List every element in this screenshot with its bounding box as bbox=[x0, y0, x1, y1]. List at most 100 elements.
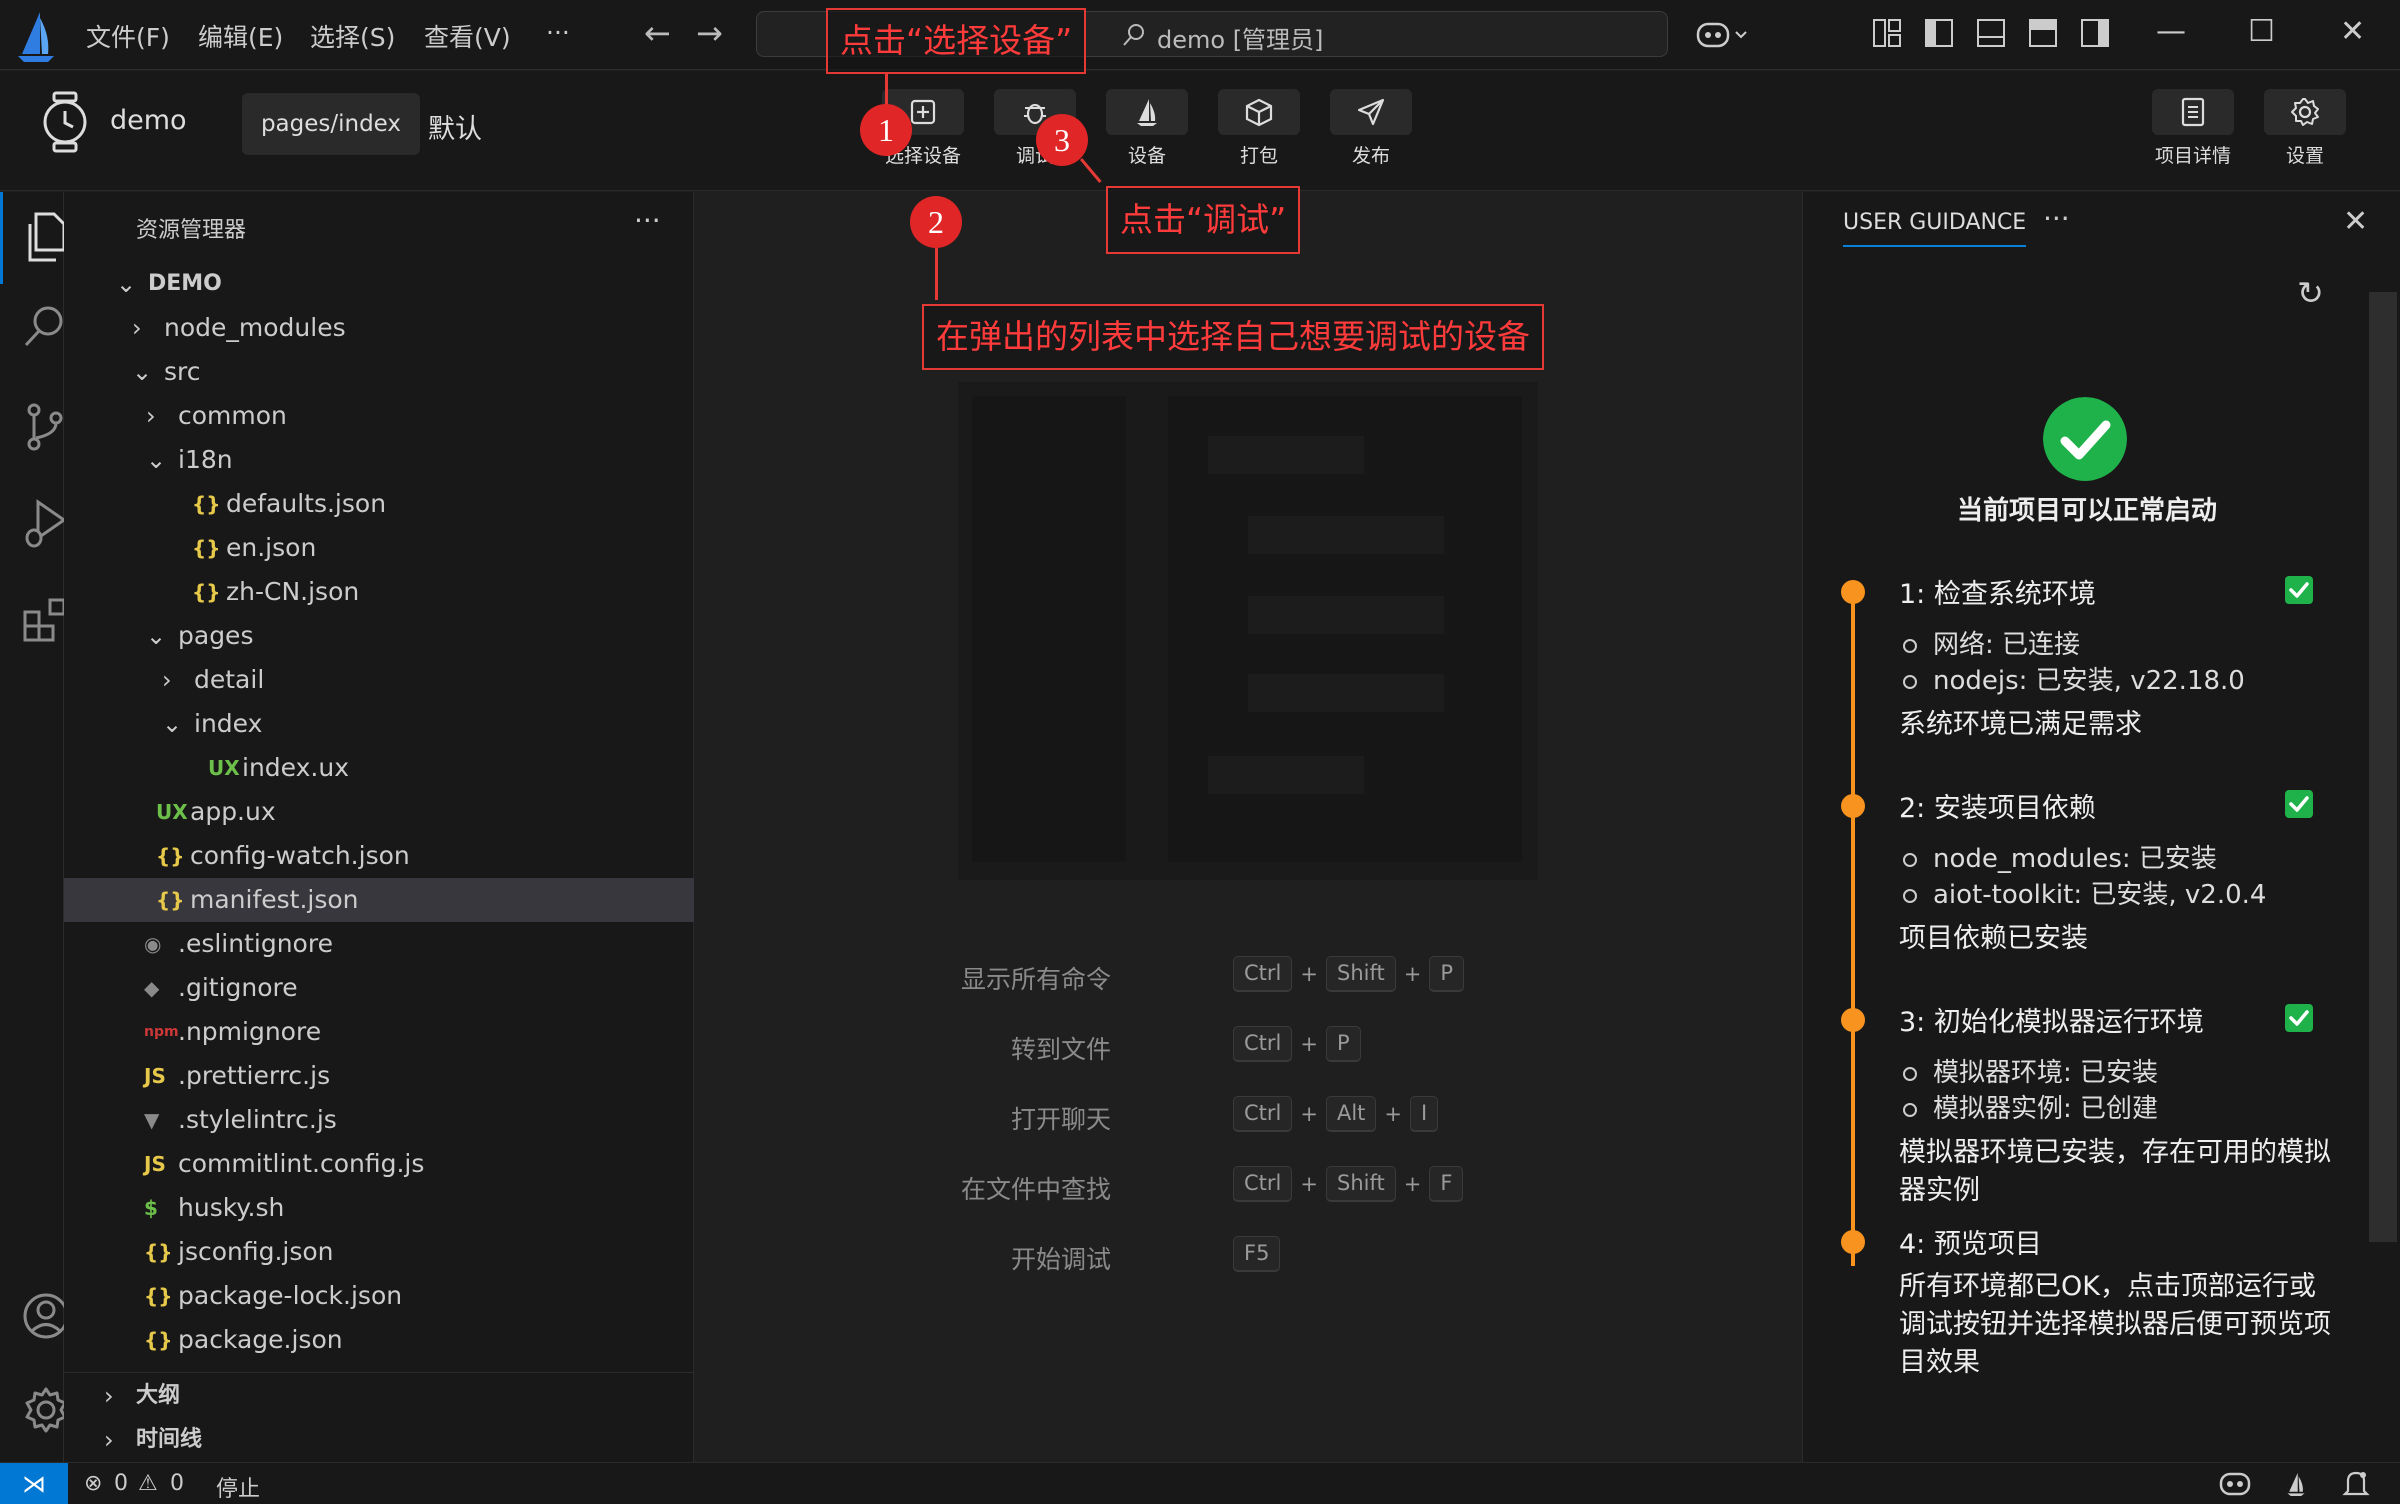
explorer-more-icon[interactable]: ··· bbox=[634, 204, 661, 237]
refresh-icon[interactable]: ↻ bbox=[2297, 274, 2324, 312]
manage-gear-icon[interactable] bbox=[22, 1386, 70, 1434]
tree-file[interactable]: {} en.json bbox=[64, 526, 694, 570]
keyboard-key: Shift bbox=[1325, 956, 1396, 992]
package-button[interactable]: 打包 bbox=[1218, 89, 1300, 168]
step-marker bbox=[1841, 1008, 1865, 1032]
workspace-root[interactable]: ⌄ DEMO bbox=[64, 262, 694, 306]
tree-file[interactable]: ▼ .stylelintrc.js bbox=[64, 1098, 694, 1142]
add-device-icon bbox=[910, 99, 936, 125]
user-guidance-tab[interactable]: USER GUIDANCE bbox=[1843, 210, 2027, 247]
timeline-section-label: 时间线 bbox=[136, 1427, 203, 1452]
menu-file[interactable]: 文件(F) bbox=[86, 18, 170, 54]
close-icon[interactable]: ✕ bbox=[2343, 204, 2368, 239]
copilot-status-icon[interactable] bbox=[2218, 1471, 2252, 1497]
tree-folder[interactable]: › common bbox=[64, 394, 694, 438]
tree-file[interactable]: ◆ .gitignore bbox=[64, 966, 694, 1010]
copilot-icon[interactable] bbox=[1696, 18, 1752, 52]
remote-indicator-icon[interactable]: ⋊ bbox=[0, 1463, 68, 1504]
sail-status-icon[interactable] bbox=[2284, 1469, 2308, 1499]
tree-file[interactable]: ◉ .eslintignore bbox=[64, 922, 694, 966]
menu-edit[interactable]: 编辑(E) bbox=[198, 18, 283, 54]
tree-file[interactable]: {} defaults.json bbox=[64, 482, 694, 526]
tree-folder[interactable]: › detail bbox=[64, 658, 694, 702]
keyboard-key: Ctrl bbox=[1233, 956, 1293, 992]
editor-watermark-logo bbox=[958, 382, 1538, 880]
customize-layout-icon[interactable] bbox=[1872, 18, 1902, 48]
account-icon[interactable] bbox=[22, 1292, 70, 1340]
js-file-icon: JS bbox=[144, 1152, 166, 1176]
page-selector[interactable]: pages/index bbox=[242, 93, 420, 155]
step-summary: 所有环境都已OK，点击顶部运行或调试按钮并选择模拟器后便可预览项目效果 bbox=[1899, 1271, 2331, 1378]
tree-item-label: detail bbox=[194, 665, 265, 694]
settings-button[interactable]: 设置 bbox=[2264, 89, 2346, 168]
source-control-icon[interactable] bbox=[24, 402, 64, 452]
settings-label: 设置 bbox=[2285, 145, 2324, 167]
search-icon[interactable] bbox=[22, 304, 66, 348]
bullet-icon bbox=[1903, 638, 1917, 653]
tree-folder[interactable]: › node_modules bbox=[64, 306, 694, 350]
menu-view[interactable]: 查看(V) bbox=[424, 18, 511, 54]
toggle-editor-maximize-icon[interactable] bbox=[2028, 18, 2058, 48]
shortcut-row: 开始调试 F5 bbox=[695, 1234, 1801, 1274]
annotation-marker-1: 1 bbox=[860, 104, 912, 156]
tree-item-label: jsconfig.json bbox=[178, 1237, 334, 1266]
guidance-more-icon[interactable]: ··· bbox=[2043, 202, 2070, 235]
step-title: 3: 初始化模拟器运行环境 bbox=[1899, 1007, 2204, 1038]
minimize-icon[interactable]: — bbox=[2156, 14, 2186, 49]
tree-file[interactable]: UX index.ux bbox=[64, 746, 694, 790]
tree-file[interactable]: JS .prettierrc.js bbox=[64, 1054, 694, 1098]
menu-more[interactable]: ··· bbox=[546, 18, 570, 47]
tree-folder[interactable]: ⌄ pages bbox=[64, 614, 694, 658]
run-and-debug-icon[interactable] bbox=[22, 498, 68, 548]
json-file-icon: {} bbox=[144, 1328, 173, 1352]
tree-file[interactable]: npm .npmignore bbox=[64, 1010, 694, 1054]
tree-file[interactable]: {} config-watch.json bbox=[64, 834, 694, 878]
tree-item-label: commitlint.config.js bbox=[178, 1149, 425, 1178]
errors-icon[interactable]: ⊗ bbox=[84, 1471, 102, 1496]
js-file-icon: JS bbox=[144, 1064, 166, 1088]
toggle-panel-icon[interactable] bbox=[1976, 18, 2006, 48]
tree-folder[interactable]: ⌄ i18n bbox=[64, 438, 694, 482]
device-label: 设备 bbox=[1127, 145, 1166, 167]
notification-bell-icon[interactable] bbox=[2342, 1469, 2370, 1499]
maximize-icon[interactable]: ☐ bbox=[2248, 14, 2275, 49]
tree-file[interactable]: {} package-lock.json bbox=[64, 1274, 694, 1318]
tree-file[interactable]: {} package.json bbox=[64, 1318, 694, 1362]
warnings-count[interactable]: 0 bbox=[170, 1471, 184, 1496]
gear-icon bbox=[2291, 98, 2319, 126]
toggle-secondary-sidebar-icon[interactable] bbox=[2080, 18, 2110, 48]
menu-selection[interactable]: 选择(S) bbox=[310, 18, 395, 54]
activity-bar bbox=[0, 192, 69, 1462]
tree-file[interactable]: JS commitlint.config.js bbox=[64, 1142, 694, 1186]
publish-button[interactable]: 发布 bbox=[1330, 89, 1412, 168]
stop-button[interactable]: 停止 bbox=[216, 1471, 260, 1503]
default-config-label[interactable]: 默认 bbox=[428, 107, 482, 146]
chevron-right-icon: › bbox=[162, 666, 172, 694]
tree-file[interactable]: UX app.ux bbox=[64, 790, 694, 834]
project-details-button[interactable]: 项目详情 bbox=[2152, 89, 2234, 168]
search-icon bbox=[1123, 24, 1144, 46]
package-button-bg bbox=[1218, 89, 1300, 135]
timeline-section[interactable]: › 时间线 bbox=[64, 1418, 694, 1462]
extensions-icon[interactable] bbox=[22, 596, 70, 644]
tree-folder[interactable]: ⌄ index bbox=[64, 702, 694, 746]
tree-file[interactable]: {} manifest.json bbox=[64, 878, 694, 922]
device-button[interactable]: 设备 bbox=[1106, 89, 1188, 168]
tree-file[interactable]: {} jsconfig.json bbox=[64, 1230, 694, 1274]
toggle-primary-sidebar-icon[interactable] bbox=[1924, 18, 1954, 48]
scrollbar-thumb[interactable] bbox=[2369, 292, 2397, 1242]
back-arrow-icon[interactable]: ← bbox=[644, 14, 671, 52]
tree-item-label: node_modules bbox=[164, 313, 346, 342]
shortcut-row: 在文件中查找 Ctrl + Shift + F bbox=[695, 1164, 1801, 1204]
explorer-files-icon[interactable] bbox=[22, 212, 66, 262]
tree-item-label: common bbox=[178, 401, 287, 430]
outline-section[interactable]: › 大纲 bbox=[64, 1374, 694, 1418]
tree-folder[interactable]: ⌄ src bbox=[64, 350, 694, 394]
warnings-icon[interactable]: ⚠ bbox=[138, 1471, 158, 1496]
errors-count[interactable]: 0 bbox=[114, 1471, 128, 1496]
tree-file[interactable]: {} zh-CN.json bbox=[64, 570, 694, 614]
forward-arrow-icon[interactable]: → bbox=[696, 14, 723, 52]
close-window-icon[interactable]: ✕ bbox=[2340, 14, 2365, 49]
tree-file[interactable]: $ husky.sh bbox=[64, 1186, 694, 1230]
tree-item-label: index bbox=[194, 709, 263, 738]
